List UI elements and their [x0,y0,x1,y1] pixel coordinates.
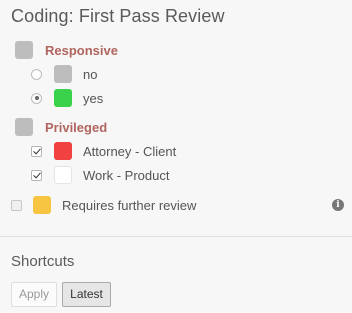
choice-attorney-client-label: Attorney - Client [83,143,177,159]
radio-no[interactable] [31,68,42,80]
group-privileged-label: Privileged [45,119,108,135]
work-product-color-swatch [54,166,72,184]
responsive-color-swatch [15,41,33,59]
group-responsive-label: Responsive [45,42,118,58]
checkbox-work-product[interactable] [31,169,42,181]
privileged-color-swatch [15,118,33,136]
requires-further-review-label: Requires further review [62,197,197,213]
choice-work-product-label: Work - Product [83,167,170,183]
choice-work-product[interactable]: Work - Product [31,166,169,184]
latest-button[interactable]: Latest [62,282,111,307]
shortcuts-title: Shortcuts [11,253,75,270]
attorney-client-color-swatch [54,142,72,160]
yes-color-swatch [54,89,72,107]
group-responsive: Responsive [15,41,118,59]
group-privileged: Privileged [15,118,107,136]
info-icon[interactable]: i [332,199,344,211]
choice-responsive-no[interactable]: no [31,65,97,83]
radio-yes[interactable] [31,92,42,104]
checkbox-requires-further-review[interactable] [11,199,22,211]
choice-no-label: no [83,66,98,82]
apply-button[interactable]: Apply [11,282,57,307]
checkbox-attorney-client[interactable] [31,145,42,157]
choice-yes-label: yes [83,90,104,106]
choice-responsive-yes[interactable]: yes [31,89,103,107]
further-review-color-swatch [33,196,51,214]
section-divider [0,236,352,237]
coding-panel: Coding: First Pass Review Responsive no … [0,0,352,313]
choice-requires-further-review[interactable]: Requires further review [11,196,196,214]
no-color-swatch [54,65,72,83]
choice-attorney-client[interactable]: Attorney - Client [31,142,176,160]
panel-title: Coding: First Pass Review [11,6,225,26]
